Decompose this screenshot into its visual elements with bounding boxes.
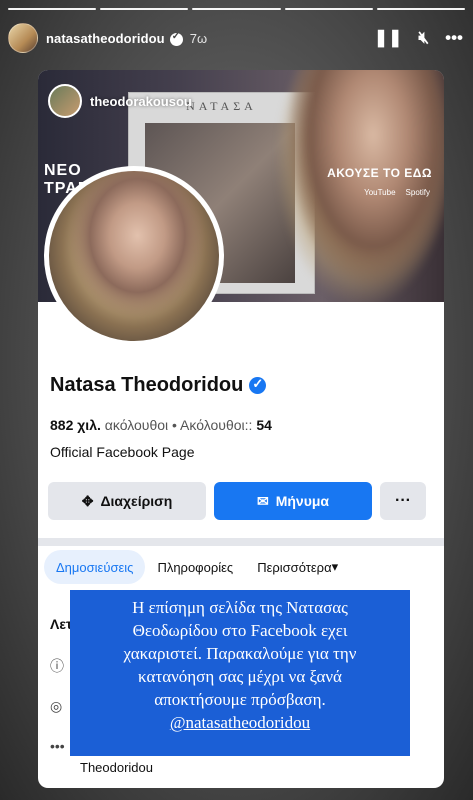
more-icon[interactable]: ••• (445, 28, 463, 48)
followers-label: ακόλουθοι (104, 417, 169, 433)
avatar[interactable] (8, 23, 38, 53)
page-name: Natasa Theodoridou (50, 374, 244, 396)
manage-icon: ✥ (81, 492, 94, 509)
pause-icon[interactable]: ❚❚ (374, 28, 403, 48)
more-label: ··· (395, 492, 411, 509)
story-progress (8, 8, 466, 10)
manage-button[interactable]: ✥ Διαχείριση (48, 482, 206, 520)
cover-brands: YouTube Spotify (364, 188, 430, 197)
overlay-line: Η επίσημη σελίδα της Νατασας (132, 598, 348, 617)
verified-badge-icon (249, 376, 267, 394)
cover-user-avatar (48, 84, 82, 118)
cover-user-name: theodorakousou (90, 93, 192, 109)
following-label: Ακόλουθοι:: (180, 417, 253, 433)
more-button[interactable]: ··· (380, 482, 426, 520)
section-divider (38, 538, 444, 546)
cover-right-text: ΑΚΟΥΣΕ ΤΟ ΕΔΩ (327, 166, 432, 180)
overlay-line: αποκτήσουμε πρόσβαση. (154, 690, 326, 709)
followers-count[interactable]: 882 χιλ. (50, 417, 101, 433)
mute-icon[interactable]: 🔇︎ (418, 28, 429, 48)
overlay-line: κατανόηση σας μέχρι να ξανά (138, 667, 342, 686)
info-icon: ⓘ (50, 658, 64, 674)
story-text-overlay: Η επίσημη σελίδα της Νατασας Θεοδωρίδου … (70, 590, 410, 756)
following-count[interactable]: 54 (256, 417, 272, 433)
tab-info[interactable]: Πληροφορίες (145, 550, 245, 584)
page-tabs: Δημοσιεύσεις Πληροφορίες Περισσότερα (44, 550, 350, 584)
story-header: natasatheodoridou 7ω ❚❚ 🔇︎ ••• (8, 22, 463, 54)
action-bar: ✥ Διαχείριση ✉ Μήνυμα ··· (48, 482, 426, 520)
follower-stats: 882 χιλ. ακόλουθοι • Ακόλουθοι:: 54 (50, 417, 272, 433)
section-heading: Λετ (50, 616, 73, 632)
more-dots-icon: ••• (50, 738, 65, 754)
tab-posts[interactable]: Δημοσιεύσεις (44, 550, 146, 584)
story-time: 7ω (189, 30, 208, 46)
overlay-line: χακαριστεί. Παρακαλούμε για την (123, 644, 357, 663)
story-username[interactable]: natasatheodoridou (46, 31, 165, 46)
message-button[interactable]: ✉ Μήνυμα (214, 482, 372, 520)
cover-user: theodorakousou (48, 84, 192, 118)
mention-link[interactable]: @natasatheodoridou (78, 711, 402, 734)
cover-portrait (274, 70, 444, 302)
page-title: Natasa Theodoridou (50, 374, 267, 397)
overlay-line: Θεοδωρίδου στο Facebook εχει (132, 621, 348, 640)
manage-label: Διαχείριση (100, 493, 173, 509)
message-label: Μήνυμα (275, 493, 330, 509)
tab-more[interactable]: Περισσότερα (245, 550, 350, 584)
verified-icon (169, 31, 183, 46)
profile-picture[interactable] (44, 166, 224, 346)
instagram-icon: ◎ (50, 698, 63, 714)
spotify-label: Spotify (405, 188, 430, 197)
youtube-label: YouTube (364, 188, 396, 197)
messenger-icon: ✉ (256, 492, 269, 509)
details-text: Theodoridou (80, 760, 153, 775)
page-category: Official Facebook Page (50, 444, 195, 460)
